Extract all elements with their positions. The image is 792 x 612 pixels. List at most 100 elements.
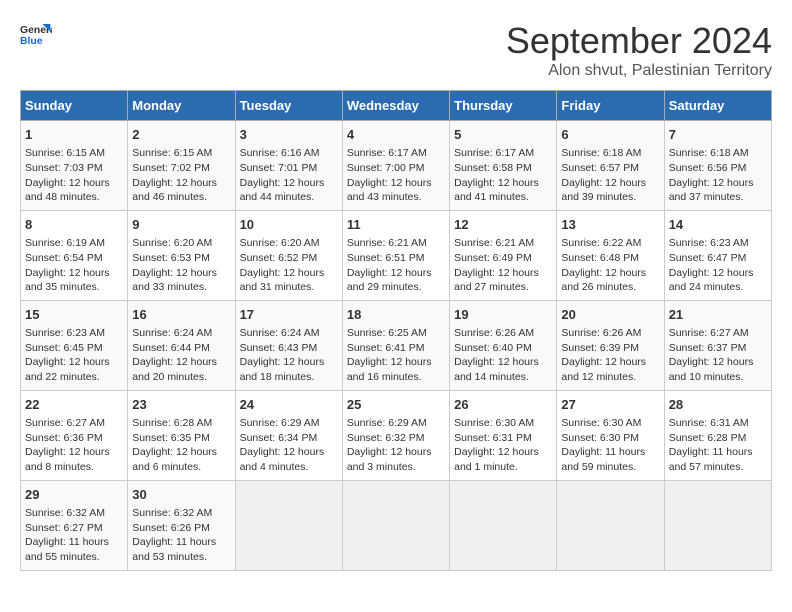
sunset-label: Sunset: 6:39 PM xyxy=(561,342,639,354)
day-number: 4 xyxy=(347,126,445,144)
sunrise-label: Sunrise: 6:20 AM xyxy=(240,237,320,249)
sunset-label: Sunset: 7:01 PM xyxy=(240,162,318,174)
day-number: 10 xyxy=(240,216,338,234)
day-number: 8 xyxy=(25,216,123,234)
sunrise-label: Sunrise: 6:16 AM xyxy=(240,147,320,159)
day-number: 25 xyxy=(347,396,445,414)
daylight-label: Daylight: 12 hoursand 16 minutes. xyxy=(347,356,432,383)
day-number: 16 xyxy=(132,306,230,324)
sunrise-label: Sunrise: 6:28 AM xyxy=(132,417,212,429)
day-number: 29 xyxy=(25,486,123,504)
sunrise-label: Sunrise: 6:15 AM xyxy=(25,147,105,159)
calendar-cell: 29 Sunrise: 6:32 AM Sunset: 6:27 PM Dayl… xyxy=(21,480,128,570)
sunrise-label: Sunrise: 6:24 AM xyxy=(132,327,212,339)
daylight-label: Daylight: 12 hoursand 24 minutes. xyxy=(669,267,754,294)
calendar-cell xyxy=(235,480,342,570)
sunset-label: Sunset: 6:48 PM xyxy=(561,252,639,264)
sunset-label: Sunset: 6:30 PM xyxy=(561,432,639,444)
sunset-label: Sunset: 6:51 PM xyxy=(347,252,425,264)
column-header-thursday: Thursday xyxy=(450,91,557,121)
sunset-label: Sunset: 6:41 PM xyxy=(347,342,425,354)
calendar-week-3: 15 Sunrise: 6:23 AM Sunset: 6:45 PM Dayl… xyxy=(21,300,772,390)
day-number: 20 xyxy=(561,306,659,324)
day-number: 22 xyxy=(25,396,123,414)
daylight-label: Daylight: 12 hoursand 20 minutes. xyxy=(132,356,217,383)
sunset-label: Sunset: 6:37 PM xyxy=(669,342,747,354)
svg-text:Blue: Blue xyxy=(20,36,43,47)
sunset-label: Sunset: 6:27 PM xyxy=(25,522,103,534)
calendar-cell: 26 Sunrise: 6:30 AM Sunset: 6:31 PM Dayl… xyxy=(450,390,557,480)
sunrise-label: Sunrise: 6:26 AM xyxy=(454,327,534,339)
daylight-label: Daylight: 12 hoursand 4 minutes. xyxy=(240,446,325,473)
calendar-cell: 23 Sunrise: 6:28 AM Sunset: 6:35 PM Dayl… xyxy=(128,390,235,480)
calendar-cell: 16 Sunrise: 6:24 AM Sunset: 6:44 PM Dayl… xyxy=(128,300,235,390)
sunrise-label: Sunrise: 6:23 AM xyxy=(25,327,105,339)
sunrise-label: Sunrise: 6:30 AM xyxy=(454,417,534,429)
daylight-label: Daylight: 12 hoursand 33 minutes. xyxy=(132,267,217,294)
sunset-label: Sunset: 6:35 PM xyxy=(132,432,210,444)
page-header: General Blue September 2024 Alon shvut, … xyxy=(20,20,772,80)
column-header-tuesday: Tuesday xyxy=(235,91,342,121)
sunrise-label: Sunrise: 6:27 AM xyxy=(25,417,105,429)
daylight-label: Daylight: 12 hoursand 44 minutes. xyxy=(240,177,325,204)
day-number: 26 xyxy=(454,396,552,414)
sunrise-label: Sunrise: 6:25 AM xyxy=(347,327,427,339)
calendar-cell: 28 Sunrise: 6:31 AM Sunset: 6:28 PM Dayl… xyxy=(664,390,771,480)
sunset-label: Sunset: 6:58 PM xyxy=(454,162,532,174)
calendar-cell: 10 Sunrise: 6:20 AM Sunset: 6:52 PM Dayl… xyxy=(235,210,342,300)
calendar-cell: 27 Sunrise: 6:30 AM Sunset: 6:30 PM Dayl… xyxy=(557,390,664,480)
calendar-cell: 19 Sunrise: 6:26 AM Sunset: 6:40 PM Dayl… xyxy=(450,300,557,390)
sunrise-label: Sunrise: 6:30 AM xyxy=(561,417,641,429)
calendar-header-row: SundayMondayTuesdayWednesdayThursdayFrid… xyxy=(21,91,772,121)
sunset-label: Sunset: 6:28 PM xyxy=(669,432,747,444)
sunrise-label: Sunrise: 6:22 AM xyxy=(561,237,641,249)
daylight-label: Daylight: 12 hoursand 10 minutes. xyxy=(669,356,754,383)
daylight-label: Daylight: 12 hoursand 41 minutes. xyxy=(454,177,539,204)
calendar-cell: 21 Sunrise: 6:27 AM Sunset: 6:37 PM Dayl… xyxy=(664,300,771,390)
day-number: 14 xyxy=(669,216,767,234)
title-block: September 2024 Alon shvut, Palestinian T… xyxy=(506,20,772,80)
calendar-cell xyxy=(557,480,664,570)
calendar-cell xyxy=(664,480,771,570)
sunrise-label: Sunrise: 6:21 AM xyxy=(347,237,427,249)
daylight-label: Daylight: 12 hoursand 46 minutes. xyxy=(132,177,217,204)
day-number: 18 xyxy=(347,306,445,324)
calendar-cell: 30 Sunrise: 6:32 AM Sunset: 6:26 PM Dayl… xyxy=(128,480,235,570)
sunrise-label: Sunrise: 6:26 AM xyxy=(561,327,641,339)
column-header-saturday: Saturday xyxy=(664,91,771,121)
day-number: 28 xyxy=(669,396,767,414)
sunset-label: Sunset: 6:44 PM xyxy=(132,342,210,354)
sunset-label: Sunset: 6:40 PM xyxy=(454,342,532,354)
sunrise-label: Sunrise: 6:20 AM xyxy=(132,237,212,249)
sunrise-label: Sunrise: 6:32 AM xyxy=(132,507,212,519)
day-number: 13 xyxy=(561,216,659,234)
main-title: September 2024 xyxy=(506,20,772,62)
calendar-cell xyxy=(450,480,557,570)
column-header-sunday: Sunday xyxy=(21,91,128,121)
calendar-cell: 9 Sunrise: 6:20 AM Sunset: 6:53 PM Dayli… xyxy=(128,210,235,300)
calendar-cell: 1 Sunrise: 6:15 AM Sunset: 7:03 PM Dayli… xyxy=(21,121,128,211)
day-number: 2 xyxy=(132,126,230,144)
day-number: 12 xyxy=(454,216,552,234)
sunset-label: Sunset: 7:03 PM xyxy=(25,162,103,174)
day-number: 11 xyxy=(347,216,445,234)
daylight-label: Daylight: 11 hoursand 57 minutes. xyxy=(669,446,753,473)
day-number: 5 xyxy=(454,126,552,144)
sunrise-label: Sunrise: 6:17 AM xyxy=(347,147,427,159)
day-number: 24 xyxy=(240,396,338,414)
daylight-label: Daylight: 12 hoursand 22 minutes. xyxy=(25,356,110,383)
subtitle: Alon shvut, Palestinian Territory xyxy=(506,62,772,80)
calendar-cell: 5 Sunrise: 6:17 AM Sunset: 6:58 PM Dayli… xyxy=(450,121,557,211)
calendar-cell: 4 Sunrise: 6:17 AM Sunset: 7:00 PM Dayli… xyxy=(342,121,449,211)
calendar-cell: 25 Sunrise: 6:29 AM Sunset: 6:32 PM Dayl… xyxy=(342,390,449,480)
sunrise-label: Sunrise: 6:19 AM xyxy=(25,237,105,249)
day-number: 23 xyxy=(132,396,230,414)
calendar-week-1: 1 Sunrise: 6:15 AM Sunset: 7:03 PM Dayli… xyxy=(21,121,772,211)
column-header-monday: Monday xyxy=(128,91,235,121)
daylight-label: Daylight: 12 hoursand 14 minutes. xyxy=(454,356,539,383)
calendar-cell: 12 Sunrise: 6:21 AM Sunset: 6:49 PM Dayl… xyxy=(450,210,557,300)
sunset-label: Sunset: 6:56 PM xyxy=(669,162,747,174)
sunrise-label: Sunrise: 6:29 AM xyxy=(240,417,320,429)
sunrise-label: Sunrise: 6:21 AM xyxy=(454,237,534,249)
sunset-label: Sunset: 6:31 PM xyxy=(454,432,532,444)
